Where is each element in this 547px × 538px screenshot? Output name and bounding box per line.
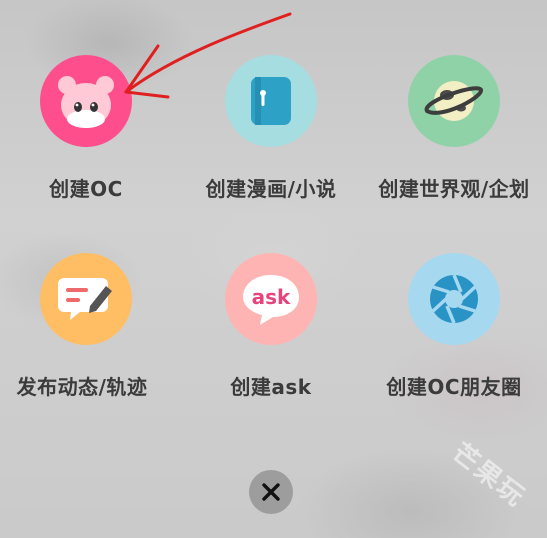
red-arrow-annotation: [124, 12, 292, 99]
